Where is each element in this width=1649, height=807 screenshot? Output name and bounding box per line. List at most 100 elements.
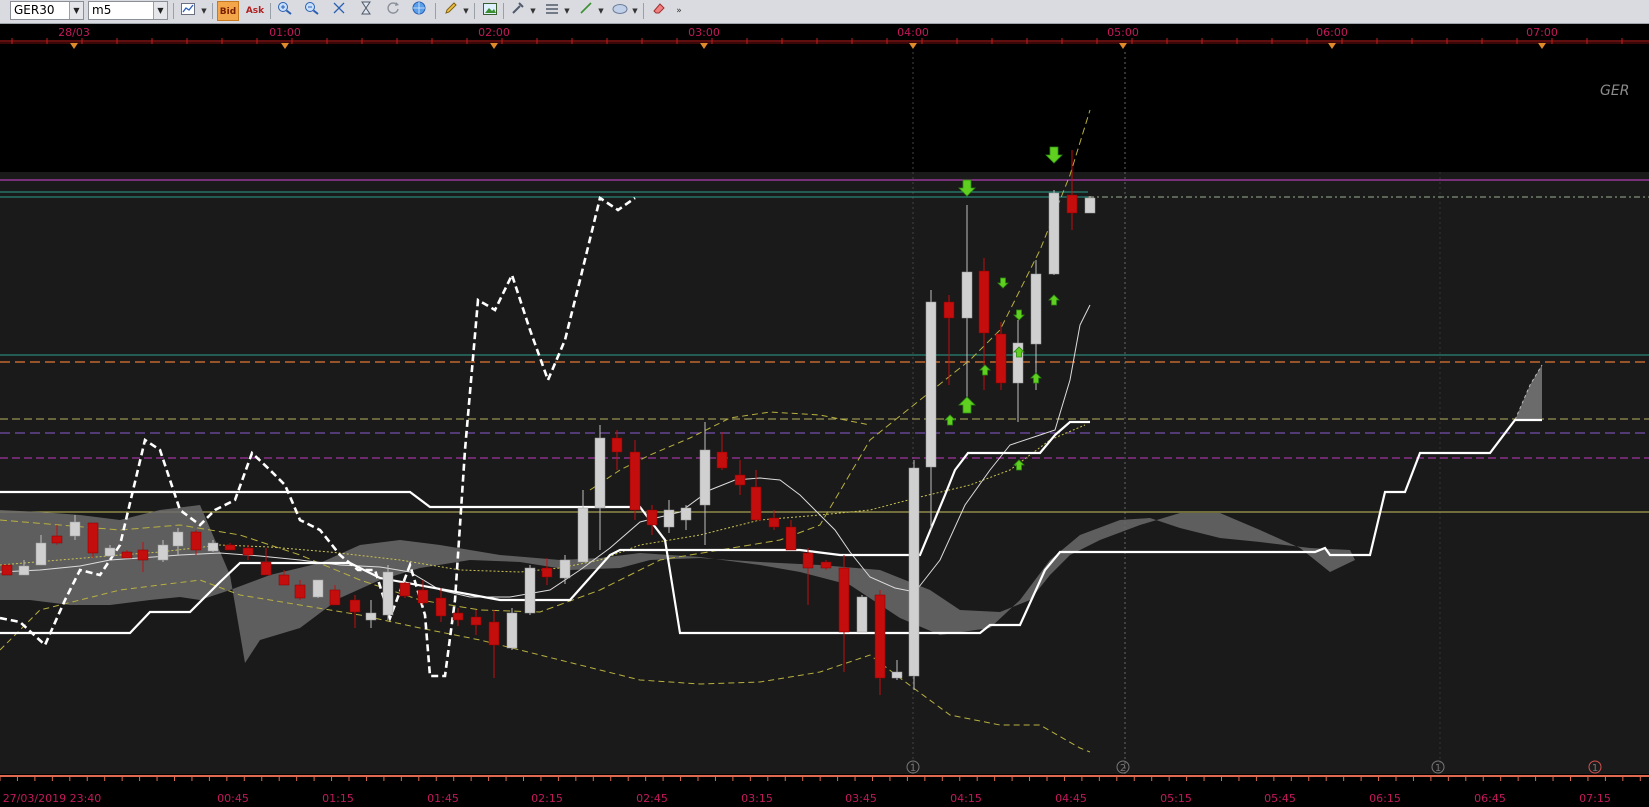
session-marker[interactable]: 1 bbox=[1588, 760, 1602, 774]
bid-button[interactable]: Bid bbox=[217, 1, 239, 21]
candle-body bbox=[1, 564, 13, 576]
ask-button[interactable]: Ask bbox=[244, 1, 266, 21]
candle-bull[interactable] bbox=[663, 500, 675, 533]
hourglass-icon[interactable] bbox=[355, 1, 377, 21]
zoom-out-icon[interactable] bbox=[301, 1, 323, 21]
lines-icon[interactable] bbox=[541, 1, 563, 21]
price-chart[interactable]: GER 1 2 1 1 bbox=[0, 52, 1649, 774]
candle-bear[interactable] bbox=[611, 430, 623, 470]
candle-body bbox=[452, 612, 464, 621]
trendline-icon[interactable] bbox=[575, 1, 597, 21]
eraser-icon[interactable] bbox=[648, 1, 670, 21]
buy-arrow-icon[interactable] bbox=[958, 396, 976, 414]
candle-bear[interactable] bbox=[734, 460, 746, 495]
candle-bear[interactable] bbox=[1, 564, 13, 576]
buy-arrow-icon[interactable] bbox=[1030, 372, 1042, 384]
candle-bull[interactable] bbox=[594, 425, 606, 550]
top-axis-label: 03:00 bbox=[688, 26, 720, 39]
candle-bull[interactable] bbox=[1048, 190, 1060, 275]
candle-bull[interactable] bbox=[365, 600, 377, 628]
chart-type-icon[interactable] bbox=[177, 1, 199, 21]
candle-bear[interactable] bbox=[838, 555, 850, 672]
candle-bear[interactable] bbox=[768, 510, 780, 530]
chevron-down-icon[interactable]: ▼ bbox=[631, 1, 639, 21]
candle-bear[interactable] bbox=[802, 548, 814, 605]
candle-bear[interactable] bbox=[943, 295, 955, 385]
candle-bull[interactable] bbox=[961, 205, 973, 400]
candle-bull[interactable] bbox=[524, 565, 536, 615]
candle-body bbox=[874, 594, 886, 679]
candle-body bbox=[611, 437, 623, 453]
candle-bull[interactable] bbox=[382, 565, 394, 620]
candle-bull[interactable] bbox=[908, 460, 920, 690]
candle-bear[interactable] bbox=[399, 582, 411, 598]
candle-bear[interactable] bbox=[224, 543, 236, 551]
candle-bear[interactable] bbox=[435, 588, 447, 622]
chevron-down-icon[interactable]: ▼ bbox=[597, 1, 605, 21]
chevron-down-icon[interactable]: ▼ bbox=[200, 1, 208, 21]
shape-icon[interactable] bbox=[609, 1, 631, 21]
candle-bull[interactable] bbox=[1030, 260, 1042, 390]
sell-arrow-icon[interactable] bbox=[997, 277, 1009, 289]
candle-body bbox=[908, 467, 920, 677]
pencil-icon[interactable] bbox=[440, 1, 462, 21]
session-marker[interactable]: 2 bbox=[1116, 760, 1130, 774]
sell-arrow-icon[interactable] bbox=[958, 179, 976, 197]
candle-bear[interactable] bbox=[417, 580, 429, 605]
sell-arrow-icon[interactable] bbox=[1013, 309, 1025, 321]
candle-bear[interactable] bbox=[488, 610, 500, 678]
candle-bear[interactable] bbox=[242, 545, 254, 560]
candle-bull[interactable] bbox=[312, 579, 324, 598]
candle-bear[interactable] bbox=[349, 595, 361, 628]
chevron-down-icon[interactable]: ▼ bbox=[153, 2, 167, 19]
tools-icon[interactable] bbox=[507, 1, 529, 21]
image-icon[interactable] bbox=[479, 1, 501, 21]
session-marker[interactable]: 1 bbox=[1431, 760, 1445, 774]
candle-bear[interactable] bbox=[874, 590, 886, 695]
bottom-axis-label: 02:15 bbox=[531, 792, 563, 805]
candle-body bbox=[680, 507, 692, 521]
candle-bear[interactable] bbox=[629, 440, 641, 520]
zoom-in-icon[interactable] bbox=[274, 1, 296, 21]
candle-bull[interactable] bbox=[1012, 320, 1024, 422]
toolbar-separator bbox=[643, 3, 644, 19]
candle-bear[interactable] bbox=[260, 548, 272, 576]
candle-bear[interactable] bbox=[716, 432, 728, 470]
candle-body bbox=[594, 437, 606, 509]
refresh-icon[interactable] bbox=[382, 1, 404, 21]
globe-icon[interactable] bbox=[408, 1, 430, 21]
chevron-down-icon[interactable]: ▼ bbox=[462, 1, 470, 21]
candle-bull[interactable] bbox=[577, 490, 589, 563]
candle-bull[interactable] bbox=[699, 422, 711, 545]
toolbar-separator bbox=[435, 3, 436, 19]
chevron-down-icon[interactable]: ▼ bbox=[529, 1, 537, 21]
buy-arrow-icon[interactable] bbox=[979, 364, 991, 376]
candle-body bbox=[820, 561, 832, 569]
buy-arrow-icon[interactable] bbox=[1048, 294, 1060, 306]
candle-bull[interactable] bbox=[891, 660, 903, 680]
candle-body bbox=[224, 544, 236, 551]
buy-arrow-icon[interactable] bbox=[944, 414, 956, 426]
candle-bear[interactable] bbox=[470, 610, 482, 635]
chevron-down-icon[interactable]: ▼ bbox=[563, 1, 571, 21]
candle-bull[interactable] bbox=[856, 595, 868, 633]
candle-bear[interactable] bbox=[646, 505, 658, 535]
candle-bull[interactable] bbox=[1084, 196, 1096, 214]
candle-bear[interactable] bbox=[750, 470, 762, 521]
session-marker[interactable]: 1 bbox=[906, 760, 920, 774]
candle-bull[interactable] bbox=[506, 608, 518, 650]
bottom-axis-label: 04:45 bbox=[1055, 792, 1087, 805]
candle-bear[interactable] bbox=[785, 520, 797, 551]
more-icon[interactable]: » bbox=[673, 1, 685, 21]
buy-arrow-icon[interactable] bbox=[1013, 459, 1025, 471]
candle-body bbox=[978, 270, 990, 334]
chevron-down-icon[interactable]: ▼ bbox=[69, 2, 83, 19]
candle-bear[interactable] bbox=[87, 522, 99, 558]
timeframe-select[interactable]: m5 ▼ bbox=[88, 1, 168, 20]
candle-body bbox=[1066, 194, 1078, 214]
autoscale-icon[interactable] bbox=[328, 1, 350, 21]
symbol-select[interactable]: GER30 ▼ bbox=[10, 1, 84, 20]
candle-bull[interactable] bbox=[680, 505, 692, 530]
ask-label: Ask bbox=[245, 6, 265, 16]
candle-bull[interactable] bbox=[559, 555, 571, 584]
